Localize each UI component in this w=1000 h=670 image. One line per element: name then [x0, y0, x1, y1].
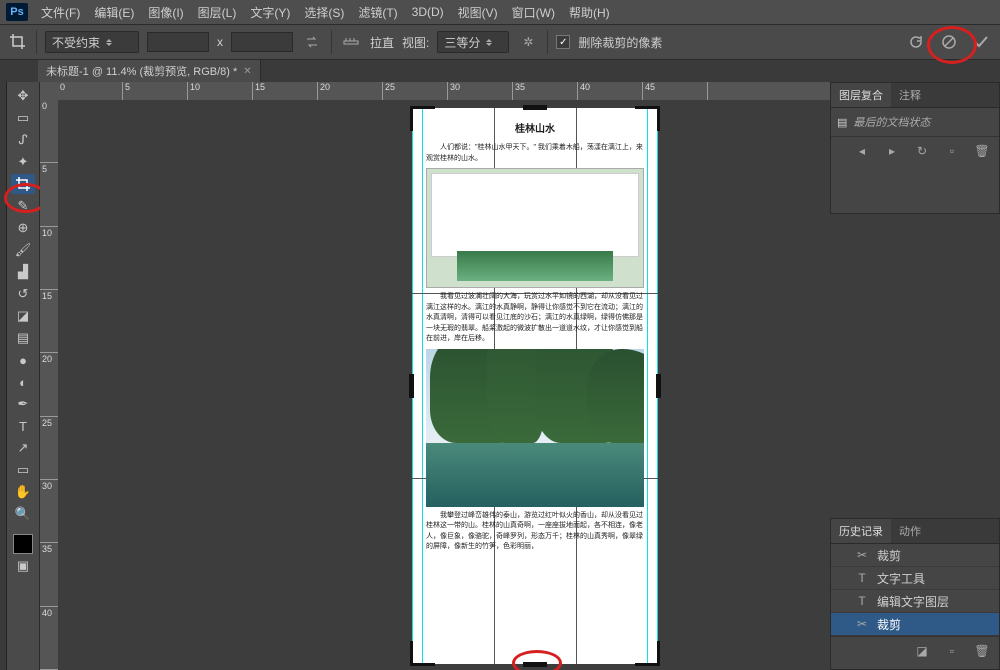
delete-crop-checkbox[interactable]: ✓ [556, 35, 570, 49]
doc-para-1: 人们都说："桂林山水甲天下。" 我们乘着木船，荡漾在漓江上，来观赏桂林的山水。 [426, 143, 644, 164]
doc-para-2: 我看见过波澜壮阔的大海，玩赏过水平如镜的西湖，却从没看见过漓江这样的水。漓江的水… [426, 292, 644, 345]
document-content: 桂林山水 人们都说："桂林山水甲天下。" 我们乘着木船，荡漾在漓江上，来观赏桂林… [420, 116, 650, 656]
crop-icon: ✂ [855, 548, 869, 562]
crop-handle-left[interactable] [409, 374, 414, 398]
history-item[interactable]: ✂裁剪 [831, 544, 999, 567]
straighten-icon[interactable] [340, 31, 362, 53]
menu-help[interactable]: 帮助(H) [562, 1, 617, 24]
menu-image[interactable]: 图像(I) [141, 1, 190, 24]
stamp-tool-icon[interactable]: ▟ [11, 262, 35, 282]
prev-icon[interactable]: ◂ [851, 140, 873, 162]
document[interactable]: 桂林山水 人们都说："桂林山水甲天下。" 我们乘着木船，荡漾在漓江上，来观赏桂林… [412, 108, 658, 664]
eyedropper-tool-icon[interactable]: ✎ [11, 196, 35, 216]
zoom-tool-icon[interactable]: 🔍 [11, 504, 35, 524]
crop-handle-top[interactable] [523, 105, 547, 110]
ruler-corner [40, 82, 59, 101]
menu-file[interactable]: 文件(F) [34, 1, 87, 24]
history-panel: 历史记录 动作 ✂裁剪 T文字工具 T编辑文字图层 ✂裁剪 ◪ ▫ 🗑 [830, 518, 1000, 670]
menu-view[interactable]: 视图(V) [451, 1, 505, 24]
magic-wand-tool-icon[interactable]: ✦ [11, 152, 35, 172]
document-tab-label: 未标题-1 @ 11.4% (裁剪预览, RGB/8) * [46, 63, 237, 79]
hand-tool-icon[interactable]: ✋ [11, 482, 35, 502]
reset-icon[interactable] [906, 31, 928, 53]
crop-tool-icon [8, 32, 28, 52]
view-dropdown[interactable]: 三等分 [437, 31, 509, 53]
menu-edit[interactable]: 编辑(E) [87, 1, 141, 24]
menu-filter[interactable]: 滤镜(T) [351, 1, 404, 24]
screen-mode-icon[interactable]: ▣ [11, 556, 35, 576]
x-separator: x [217, 35, 223, 49]
document-tab[interactable]: 未标题-1 @ 11.4% (裁剪预览, RGB/8) * ✕ [38, 60, 261, 82]
trash-icon[interactable]: 🗑 [971, 640, 993, 662]
options-bar: 不受约束 x 拉直 视图: 三等分 ✲ ✓ 删除裁剪的像素 [0, 24, 1000, 60]
doc-para-3: 我攀登过峰峦雄伟的泰山，游览过红叶似火的香山，却从没看见过桂林这一带的山。桂林的… [426, 511, 644, 553]
document-state-icon: ▤ [837, 116, 847, 129]
menu-select[interactable]: 选择(S) [297, 1, 351, 24]
menu-text[interactable]: 文字(Y) [243, 1, 297, 24]
height-input[interactable] [231, 32, 293, 52]
update-icon[interactable]: ↻ [911, 140, 933, 162]
ratio-value: 不受约束 [52, 34, 100, 51]
move-tool-icon[interactable]: ✥ [11, 86, 35, 106]
heal-tool-icon[interactable]: ⊕ [11, 218, 35, 238]
eraser-tool-icon[interactable]: ◪ [11, 306, 35, 326]
play-icon[interactable]: ▸ [881, 140, 903, 162]
crop-handle-bottom[interactable] [523, 662, 547, 667]
swap-icon[interactable] [301, 31, 323, 53]
trash-icon[interactable]: 🗑 [971, 140, 993, 162]
type-tool-icon[interactable]: T [11, 416, 35, 436]
brush-tool-icon[interactable]: 🖌 [11, 240, 35, 260]
marquee-tool-icon[interactable]: ▭ [11, 108, 35, 128]
foreground-swatch[interactable] [13, 534, 33, 554]
blur-tool-icon[interactable]: ● [11, 350, 35, 370]
delete-crop-label: 删除裁剪的像素 [578, 34, 662, 51]
history-list: ✂裁剪 T文字工具 T编辑文字图层 ✂裁剪 [831, 544, 999, 636]
straighten-label: 拉直 [370, 34, 394, 51]
menu-layer[interactable]: 图层(L) [191, 1, 244, 24]
shape-tool-icon[interactable]: ▭ [11, 460, 35, 480]
menu-bar: Ps 文件(F) 编辑(E) 图像(I) 图层(L) 文字(Y) 选择(S) 滤… [0, 0, 1000, 24]
embedded-screenshot [426, 168, 644, 288]
ps-logo: Ps [6, 3, 28, 21]
crop-handle-right[interactable] [656, 374, 661, 398]
gear-icon[interactable]: ✲ [517, 31, 539, 53]
width-input[interactable] [147, 32, 209, 52]
snapshot-icon[interactable]: ◪ [911, 640, 933, 662]
crop-icon: ✂ [855, 617, 869, 631]
view-value: 三等分 [444, 34, 480, 51]
cancel-crop-icon[interactable] [938, 31, 960, 53]
path-tool-icon[interactable]: ↗ [11, 438, 35, 458]
history-brush-tool-icon[interactable]: ↺ [11, 284, 35, 304]
menu-3d[interactable]: 3D(D) [405, 2, 451, 22]
dodge-tool-icon[interactable]: ◐ [11, 372, 35, 392]
lasso-tool-icon[interactable]: ᔑ [11, 130, 35, 150]
type-icon: T [855, 594, 869, 608]
crop-tool-icon[interactable] [11, 174, 35, 194]
left-dock-strip[interactable] [0, 82, 7, 670]
toolbox: ✥ ▭ ᔑ ✦ ✎ ⊕ 🖌 ▟ ↺ ◪ ▤ ● ◐ ✒ T ↗ ▭ ✋ 🔍 ▣ [7, 82, 40, 670]
history-item[interactable]: ✂裁剪 [831, 613, 999, 636]
view-label: 视图: [402, 34, 429, 51]
doc-title: 桂林山水 [420, 122, 650, 137]
scenic-photo [426, 349, 644, 507]
layer-comps-panel: 图层复合 注释 ▤ 最后的文档状态 ◂ ▸ ↻ ▫ 🗑 [830, 82, 1000, 214]
commit-crop-icon[interactable] [970, 31, 992, 53]
menu-window[interactable]: 窗口(W) [505, 1, 562, 24]
pen-tool-icon[interactable]: ✒ [11, 394, 35, 414]
tab-notes[interactable]: 注释 [891, 83, 929, 107]
tab-history[interactable]: 历史记录 [831, 519, 891, 543]
history-item[interactable]: T文字工具 [831, 567, 999, 590]
close-tab-icon[interactable]: ✕ [243, 66, 251, 77]
new-icon[interactable]: ▫ [941, 140, 963, 162]
type-icon: T [855, 571, 869, 585]
last-document-state: 最后的文档状态 [853, 114, 930, 130]
tab-layer-comps[interactable]: 图层复合 [831, 83, 891, 107]
ruler-vertical[interactable]: 0510152025303540 [40, 100, 59, 670]
new-state-icon[interactable]: ▫ [941, 640, 963, 662]
gradient-tool-icon[interactable]: ▤ [11, 328, 35, 348]
tab-actions[interactable]: 动作 [891, 519, 929, 543]
ratio-dropdown[interactable]: 不受约束 [45, 31, 139, 53]
history-item[interactable]: T编辑文字图层 [831, 590, 999, 613]
document-tab-strip: 未标题-1 @ 11.4% (裁剪预览, RGB/8) * ✕ [0, 60, 1000, 83]
